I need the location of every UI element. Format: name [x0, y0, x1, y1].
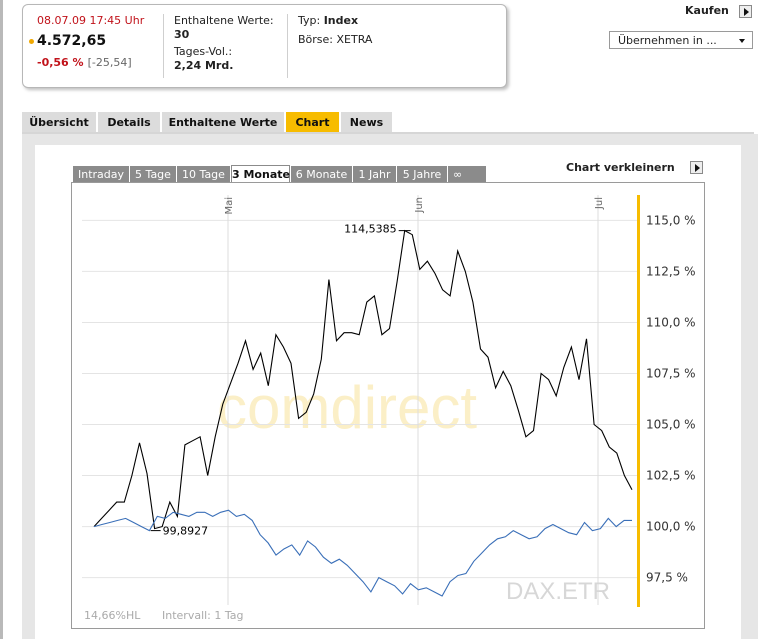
x-tick-label: Jun	[414, 197, 425, 214]
type-value: Index	[323, 14, 359, 27]
constituents-label: Enthaltene Werte:	[174, 14, 274, 27]
quote-info-column: Typ: Index Börse: XETRA	[287, 14, 498, 78]
tab-chart[interactable]: Chart	[286, 112, 339, 132]
window-edge	[0, 0, 3, 639]
chart-symbol-watermark: DAX.ETR	[506, 578, 610, 605]
quote-change-percent: -0,56 %	[37, 56, 84, 69]
quote-stats-column: Enthaltene Werte: 30 Tages-Vol.: 2,24 Mr…	[163, 14, 288, 78]
period-tab-5-days[interactable]: 5 Tage	[130, 166, 177, 182]
quote-change-absolute: [-25,54]	[87, 56, 132, 69]
volume-value: 2,24 Mrd.	[174, 59, 234, 72]
period-tab-6-months[interactable]: 6 Monate	[291, 166, 353, 182]
quote-timestamp: 08.07.09 17:45 Uhr	[37, 14, 145, 27]
chart-hl-range: 14,66%HL	[84, 609, 141, 622]
constituents-value: 30	[174, 28, 190, 41]
price-chart: comdirect 115,0 % 112,5 % 110,0 % 107,5 % 105…	[71, 182, 705, 629]
tab-overview[interactable]: Übersicht	[22, 112, 96, 132]
chart-shrink-link[interactable]: Chart verkleinern	[566, 161, 675, 174]
price-chart-svg: comdirect 115,0 % 112,5 % 110,0 % 107,5 % 105…	[82, 195, 696, 622]
period-tab-10-days[interactable]: 10 Tage	[177, 166, 231, 182]
x-tick-label: Jul	[594, 197, 605, 210]
tab-news[interactable]: News	[341, 112, 392, 132]
quote-change: -0,56 % [-25,54]	[37, 56, 132, 69]
watermark-logo: comdirect	[217, 374, 477, 441]
period-tab-5-years[interactable]: 5 Jahre	[397, 166, 448, 182]
buy-arrow-button[interactable]	[739, 5, 752, 18]
exchange-label: Börse:	[298, 33, 334, 46]
y-tick-label: 100,0 %	[646, 520, 696, 534]
current-value-bar	[637, 195, 640, 607]
tab-details[interactable]: Details	[98, 112, 160, 132]
type-label: Typ:	[298, 14, 321, 27]
exchange-value: XETRA	[336, 33, 373, 46]
exchange-row: Börse: XETRA	[298, 33, 372, 46]
y-tick-label: 97,5 %	[646, 571, 688, 585]
volume-label: Tages-Vol.:	[174, 45, 233, 58]
status-dot-icon	[29, 38, 34, 44]
transfer-select-value: Übernehmen in ...	[618, 34, 717, 47]
chart-interval: Intervall: 1 Tag	[162, 609, 244, 622]
high-value-label: 114,5385	[344, 223, 397, 236]
quote-summary-box: 08.07.09 17:45 Uhr 4.572,65 -0,56 % [-25,…	[22, 4, 507, 88]
y-tick-label: 115,0 %	[646, 213, 696, 227]
type-row: Typ: Index	[298, 14, 358, 27]
buy-link[interactable]: Kaufen	[685, 4, 729, 17]
y-tick-label: 110,0 %	[646, 315, 696, 329]
panel-right-border	[754, 134, 758, 639]
y-tick-label: 105,0 %	[646, 418, 696, 432]
y-tick-label: 102,5 %	[646, 469, 696, 483]
period-tab-3-months[interactable]: 3 Monate	[231, 165, 290, 182]
quote-price: 4.572,65	[29, 33, 107, 49]
chart-shrink-arrow-button[interactable]	[690, 161, 703, 174]
quote-price-column: 08.07.09 17:45 Uhr 4.572,65 -0,56 % [-25,…	[23, 14, 163, 86]
period-tab-max[interactable]: ∞	[448, 166, 487, 182]
chevron-down-icon	[739, 39, 745, 43]
low-value-label: 99,8927	[163, 525, 209, 538]
transfer-select[interactable]: Übernehmen in ...	[609, 31, 753, 49]
period-tab-1-year[interactable]: 1 Jahr	[353, 166, 397, 182]
x-tick-label: Mai	[224, 197, 235, 215]
tab-constituents[interactable]: Enthaltene Werte	[162, 112, 284, 132]
y-tick-label: 107,5 %	[646, 366, 696, 380]
quote-price-value: 4.572,65	[37, 33, 107, 49]
y-tick-label: 112,5 %	[646, 264, 696, 278]
period-tab-intraday[interactable]: Intraday	[73, 166, 130, 182]
